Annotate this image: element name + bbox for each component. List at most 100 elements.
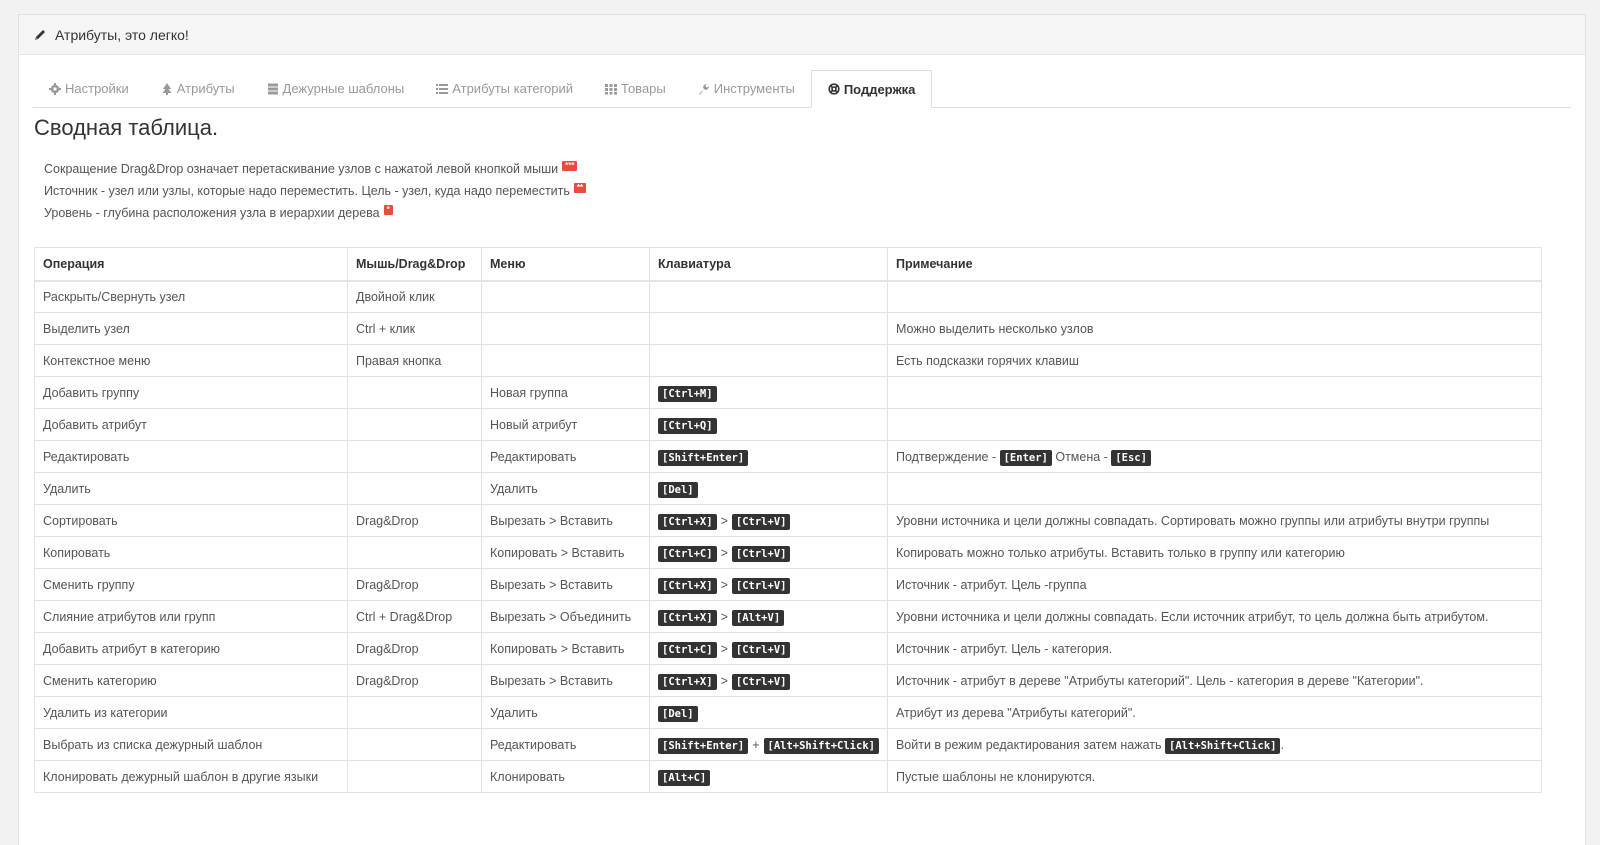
key-shortcut: [Shift+Enter] (658, 449, 749, 466)
table-row: Сменить группу Drag&Drop Вырезать > Встави… (34, 568, 1543, 601)
cell-note: Пустые шаблоны не клонируются. (886, 760, 1543, 793)
cell-mouse (347, 408, 482, 441)
cell-keys: [Ctrl+X] > [Alt+V] (649, 600, 888, 633)
cell-mouse: Двойной клик (347, 280, 482, 313)
tab-label: Атрибуты категорий (452, 81, 574, 96)
key-separator: > (720, 545, 728, 560)
cell-mouse (347, 472, 482, 505)
key-shortcut: [Del] (658, 705, 698, 722)
note-text: Атрибут из дерева "Атрибуты категорий". (895, 705, 1136, 720)
footnote-badge: *** (562, 161, 578, 171)
cell-op: Сортировать (34, 504, 348, 537)
tab-settings[interactable]: Настройки (33, 70, 145, 107)
app-title: Атрибуты, это легко! (55, 26, 189, 43)
note-text: Отмена - (1051, 449, 1112, 464)
key-separator: > (720, 577, 728, 592)
cell-note: Источник - атрибут. Цель - категория. (886, 632, 1543, 665)
note-text: Можно выделить несколько узлов (895, 321, 1094, 336)
cell-menu: Редактировать (481, 728, 650, 761)
cell-op: Редактировать (34, 440, 348, 473)
cell-menu: Копировать > Вставить (481, 536, 650, 569)
tab-label: Настройки (65, 81, 129, 96)
cell-menu: Вырезать > Вставить (481, 568, 650, 601)
cell-menu: Новый атрибут (481, 408, 650, 441)
key-shortcut: [Enter] (999, 449, 1052, 466)
key-shortcut: [Ctrl+C] (658, 641, 717, 658)
table-header-row: Операция Мышь/Drag&Drop Меню Клавиатура … (34, 247, 1543, 282)
cell-op: Раскрыть/Свернуть узел (34, 280, 348, 313)
table-row: Копировать Копировать > Вставить [Ctrl+C] >… (34, 536, 1543, 569)
cell-menu: Вырезать > Вставить (481, 504, 650, 537)
cell-note: Уровни источника и цели должны совпадать… (886, 600, 1543, 633)
note-text: Пустые шаблоны не клонируются. (895, 769, 1096, 784)
database-icon (267, 83, 278, 94)
cell-op: Контекстное меню (34, 344, 348, 377)
key-shortcut: [Ctrl+V] (731, 545, 791, 562)
cell-keys (649, 312, 888, 345)
cell-op: Добавить атрибут в категорию (34, 632, 348, 665)
note-text: . (1280, 737, 1284, 752)
tab-attributes[interactable]: Атрибуты (145, 70, 251, 107)
table-row: Раскрыть/Свернуть узел Двойной клик (34, 280, 1543, 313)
column-header: Примечание (886, 247, 1543, 282)
cell-mouse (347, 728, 482, 761)
tab-category-attributes[interactable]: Атрибуты категорий (420, 70, 589, 107)
key-shortcut: [Ctrl+Q] (658, 417, 717, 434)
cell-op: Копировать (34, 536, 348, 569)
note-text: Копировать можно только атрибуты. Встави… (895, 545, 1345, 560)
cell-menu (481, 280, 650, 313)
cell-mouse (347, 440, 482, 473)
lifebuoy-icon (828, 83, 840, 95)
key-shortcut: [Ctrl+C] (658, 545, 717, 562)
cell-menu: Клонировать (481, 760, 650, 793)
table-body: Раскрыть/Свернуть узел Двойной клик Выдели… (34, 280, 1543, 793)
cell-op: Сменить категорию (34, 664, 348, 697)
tab-duty-templates[interactable]: Дежурные шаблоны (251, 70, 421, 107)
key-shortcut: [Alt+C] (658, 769, 711, 786)
cell-mouse (347, 376, 482, 409)
cell-keys: [Shift+Enter] (649, 440, 888, 473)
table-row: Удалить Удалить [Del] (34, 472, 1543, 505)
key-shortcut: [Ctrl+V] (731, 513, 791, 530)
key-shortcut: [Ctrl+X] (658, 609, 717, 626)
tab-support[interactable]: Поддержка (810, 70, 933, 108)
cell-note (886, 408, 1543, 441)
table-row: Редактировать Редактировать [Shift+Enter] П… (34, 440, 1543, 473)
cell-mouse: Drag&Drop (347, 568, 482, 601)
tab-label: Поддержка (843, 81, 916, 97)
table-row: Выбрать из списка дежурный шаблон Редакти… (34, 728, 1543, 761)
column-header: Клавиатура (649, 247, 888, 282)
tab-label: Инструменты (713, 81, 795, 96)
cell-keys: [Alt+C] (649, 760, 888, 793)
main-panel: Атрибуты, это легко! Настройки Атрибуты … (18, 14, 1586, 845)
cell-menu: Удалить (481, 472, 650, 505)
cell-note (886, 280, 1543, 313)
cell-note (886, 472, 1543, 505)
cell-keys: [Del] (649, 472, 888, 505)
cell-note (886, 376, 1543, 409)
cell-mouse: Drag&Drop (347, 664, 482, 697)
cell-op: Клонировать дежурный шаблон в другие язы… (34, 760, 348, 793)
key-separator: > (720, 609, 728, 624)
footnote-badge: * (383, 205, 393, 215)
table-row: Добавить группу Новая группа [Ctrl+M] (34, 376, 1543, 409)
tab-tools[interactable]: Инструменты (682, 70, 811, 107)
cell-note: Подтверждение - [Enter] Отмена - [Esc] (886, 440, 1543, 473)
key-separator: > (720, 513, 728, 528)
note-text: Источник - атрибут. Цель -группа (895, 577, 1087, 592)
note-item: Уровень - глубина расположения узла в ие… (44, 202, 586, 224)
cell-op: Удалить (34, 472, 348, 505)
cell-op: Выбрать из списка дежурный шаблон (34, 728, 348, 761)
note-item: Сокращение Drag&Drop означает перетаскив… (44, 158, 586, 180)
table-row: Удалить из категории Удалить [Del] Атрибут … (34, 696, 1543, 729)
key-shortcut: [Del] (658, 481, 698, 498)
cell-mouse: Drag&Drop (347, 504, 482, 537)
cell-note: Источник - атрибут. Цель -группа (886, 568, 1543, 601)
tab-products[interactable]: Товары (589, 70, 682, 107)
summary-table: Операция Мышь/Drag&Drop Меню Клавиатура … (34, 247, 1543, 793)
cell-op: Сменить группу (34, 568, 348, 601)
cell-keys (649, 280, 888, 313)
gear-icon (49, 82, 61, 95)
table-row: Сменить категорию Drag&Drop Вырезать > Вст… (34, 664, 1543, 697)
wrench-icon (698, 83, 709, 95)
